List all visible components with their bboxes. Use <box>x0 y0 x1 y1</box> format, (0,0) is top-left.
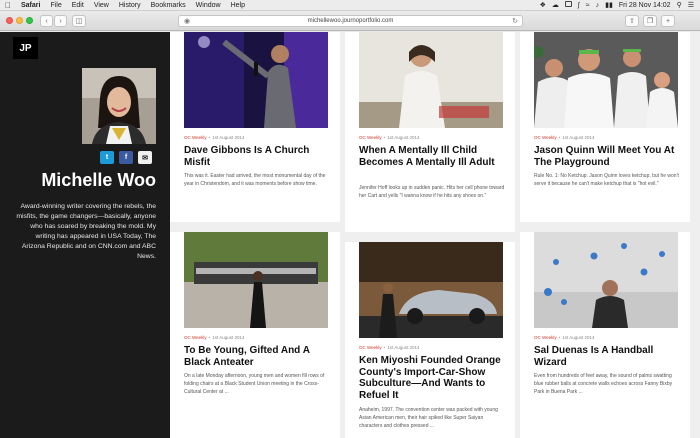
plus-icon: + <box>665 17 671 25</box>
menubar-clock[interactable]: Fri 28 Nov 14:02 <box>619 2 671 9</box>
article-image[interactable] <box>184 32 328 128</box>
author-bio: Award-winning writer covering the rebels… <box>16 203 156 260</box>
article-excerpt: Jennifer Hoff looks up in sudden panic. … <box>359 185 505 199</box>
share-icon: ⇧ <box>629 18 635 25</box>
article-excerpt: This was it. Easter had arrived, the mos… <box>184 173 326 187</box>
article-excerpt: Even from hundreds of feet away, the sou… <box>534 373 673 395</box>
menu-app-safari[interactable]: Safari <box>16 2 45 9</box>
article-card[interactable]: OC Weekly • 1st August 2014 When A Mentall… <box>345 32 515 232</box>
article-date: 1st August 2014 <box>212 335 245 340</box>
article-card[interactable]: OC Weekly • 1st August 2014 To Be Young, G… <box>170 232 340 438</box>
back-button[interactable]: ‹ <box>40 15 53 27</box>
dropbox-icon[interactable]: ❖ <box>540 1 546 9</box>
close-window-button[interactable] <box>6 17 13 24</box>
article-source[interactable]: OC Weekly <box>534 135 557 140</box>
article-grid: OC Weekly • 1st August 2014 Dave Gibbons I… <box>170 32 700 438</box>
menu-view[interactable]: View <box>89 2 114 9</box>
menu-file[interactable]: File <box>45 2 66 9</box>
notification-center-icon[interactable]: ☰ <box>688 1 694 9</box>
article-date: 1st August 2014 <box>387 135 420 140</box>
article-date: 1st August 2014 <box>562 135 595 140</box>
article-column-3: OC Weekly • 1st August 2014 Jason Quinn Wi… <box>520 32 690 438</box>
article-meta: OC Weekly • 1st August 2014 <box>534 135 595 140</box>
article-card[interactable]: OC Weekly • 1st August 2014 Sal Duenas Is … <box>520 232 690 438</box>
article-source[interactable]: OC Weekly <box>534 335 557 340</box>
article-date: 1st August 2014 <box>562 335 595 340</box>
card-divider <box>520 222 690 232</box>
avatar <box>82 68 156 144</box>
share-button[interactable]: ⇧ <box>625 15 639 27</box>
article-date: 1st August 2014 <box>387 345 420 350</box>
address-bar[interactable]: ◉ michellewoo.journoportfolio.com ↻ <box>178 15 523 27</box>
minimize-window-button[interactable] <box>16 17 23 24</box>
menu-edit[interactable]: Edit <box>67 2 89 9</box>
menu-window[interactable]: Window <box>191 2 226 9</box>
article-meta: OC Weekly • 1st August 2014 <box>359 135 420 140</box>
article-meta: OC Weekly • 1st August 2014 <box>359 345 420 350</box>
article-source[interactable]: OC Weekly <box>359 345 382 350</box>
site-logo[interactable]: JP <box>13 37 38 59</box>
article-meta: OC Weekly • 1st August 2014 <box>184 135 245 140</box>
article-card[interactable]: OC Weekly • 1st August 2014 Dave Gibbons I… <box>170 32 340 222</box>
bluetooth-icon[interactable]: ∫ <box>578 2 580 9</box>
chevron-left-icon: ‹ <box>45 17 48 25</box>
article-column-2: OC Weekly • 1st August 2014 When A Mentall… <box>345 32 515 438</box>
facebook-icon[interactable]: f <box>119 151 133 164</box>
article-meta: OC Weekly • 1st August 2014 <box>534 335 595 340</box>
volume-icon[interactable]: ♪ <box>596 2 600 9</box>
chevron-right-icon: › <box>59 17 62 25</box>
article-date: 1st August 2014 <box>212 135 245 140</box>
tabs-icon: ❐ <box>646 18 654 25</box>
card-divider <box>345 232 515 242</box>
article-image[interactable] <box>184 232 328 328</box>
show-tabs-button[interactable]: ❐ <box>643 15 657 27</box>
spotlight-icon[interactable]: ⚲ <box>677 1 682 9</box>
article-image[interactable] <box>359 32 503 128</box>
article-title[interactable]: Ken Miyoshi Founded Orange County's Impo… <box>359 355 505 401</box>
article-image[interactable] <box>534 232 678 328</box>
article-excerpt: On a late Monday afternoon, young men an… <box>184 373 325 395</box>
twitter-icon[interactable]: t <box>100 151 114 164</box>
address-url: michellewoo.journoportfolio.com <box>307 18 394 24</box>
article-excerpt: Anaheim, 1997. The convention center was… <box>359 407 498 429</box>
menu-bar:  Safari File Edit View History Bookmark… <box>0 0 700 11</box>
display-icon[interactable] <box>564 1 572 9</box>
article-title[interactable]: Dave Gibbons Is A Church Misfit <box>184 145 330 168</box>
sidebar-toggle-button[interactable]: ◫ <box>72 15 86 27</box>
new-tab-button[interactable]: + <box>661 15 675 27</box>
zoom-window-button[interactable] <box>26 17 33 24</box>
card-divider <box>170 222 340 232</box>
article-card[interactable]: OC Weekly • 1st August 2014 Jason Quinn Wi… <box>520 32 690 222</box>
browser-toolbar: ‹ › ◫ ◉ michellewoo.journoportfolio.com … <box>0 11 700 31</box>
reload-icon[interactable]: ↻ <box>512 17 518 25</box>
wifi-icon[interactable]: ≈ <box>586 2 590 9</box>
sidebar-icon: ◫ <box>75 18 83 25</box>
article-image[interactable] <box>359 242 503 338</box>
article-image[interactable] <box>534 32 678 128</box>
battery-icon[interactable]: ▮▮ <box>605 1 613 9</box>
article-column-1: OC Weekly • 1st August 2014 Dave Gibbons I… <box>170 32 340 438</box>
article-source[interactable]: OC Weekly <box>359 135 382 140</box>
menu-help[interactable]: Help <box>226 2 250 9</box>
profile-sidebar: JP t f ✉ Michelle Woo Award-winning writ… <box>0 32 170 438</box>
article-source[interactable]: OC Weekly <box>184 335 207 340</box>
article-title[interactable]: To Be Young, Gifted And A Black Anteater <box>184 345 330 368</box>
email-icon[interactable]: ✉ <box>138 151 152 164</box>
article-title[interactable]: When A Mentally Ill Child Becomes A Ment… <box>359 145 505 168</box>
cloud-icon[interactable]: ☁ <box>552 1 559 9</box>
article-title[interactable]: Sal Duenas Is A Handball Wizard <box>534 345 680 368</box>
article-card[interactable]: OC Weekly • 1st August 2014 Ken Miyoshi Fo… <box>345 242 515 438</box>
article-title[interactable]: Jason Quinn Will Meet You At The Playgro… <box>534 145 680 168</box>
menu-bookmarks[interactable]: Bookmarks <box>146 2 191 9</box>
article-excerpt: Rule No. 1: No Ketchup. Jason Quinn love… <box>534 173 679 187</box>
menu-history[interactable]: History <box>114 2 146 9</box>
apple-icon[interactable]:  <box>0 1 16 10</box>
forward-button[interactable]: › <box>54 15 67 27</box>
status-area: ❖ ☁ ∫ ≈ ♪ ▮▮ Fri 28 Nov 14:02 ⚲ ☰ <box>540 1 700 9</box>
article-meta: OC Weekly • 1st August 2014 <box>184 335 245 340</box>
article-source[interactable]: OC Weekly <box>184 135 207 140</box>
author-name: Michelle Woo <box>41 170 156 190</box>
privacy-icon[interactable]: ◉ <box>184 17 190 25</box>
